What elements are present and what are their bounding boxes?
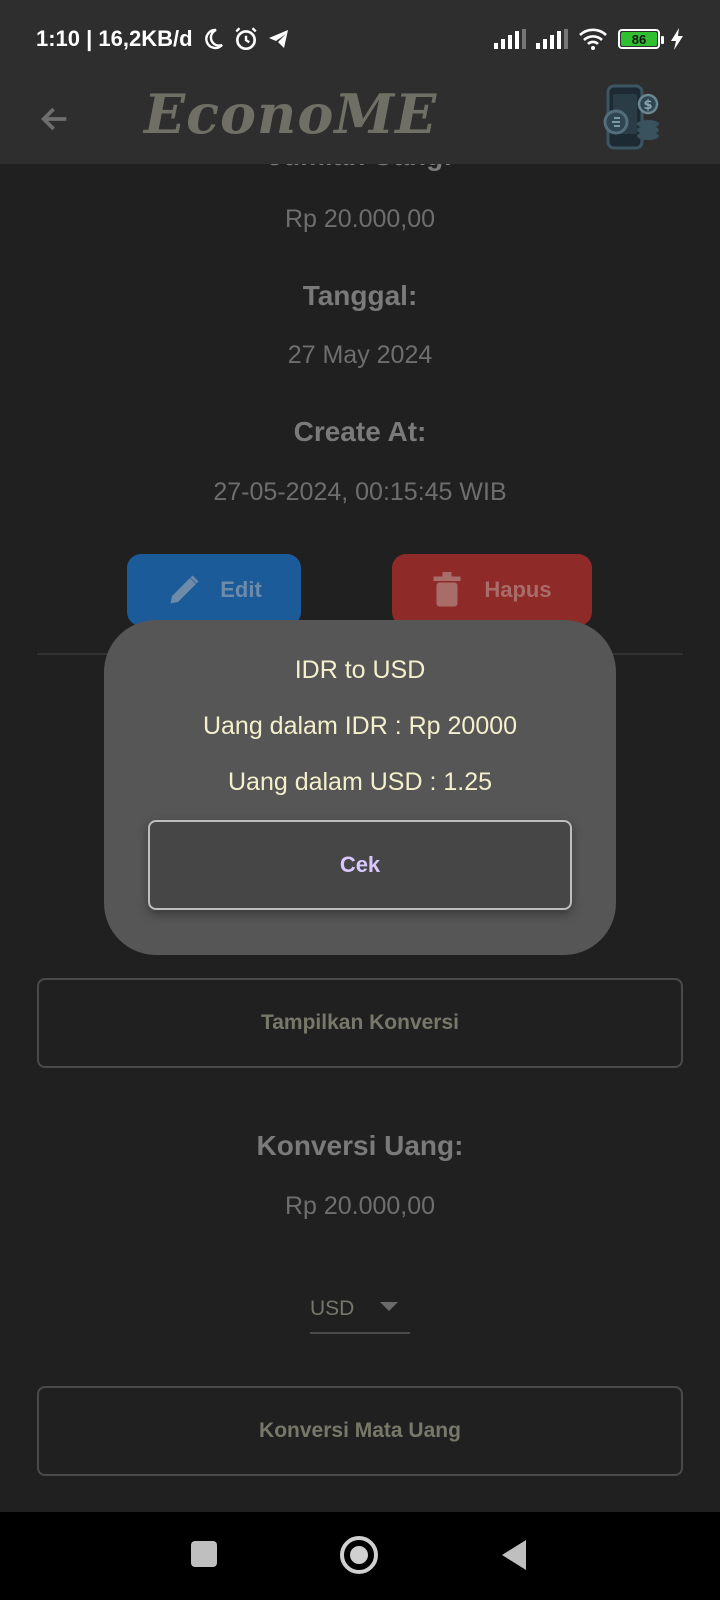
recent-apps-button[interactable] [191, 1541, 217, 1567]
dialog-title: IDR to USD [294, 656, 426, 684]
nav-back-button[interactable] [502, 1540, 526, 1570]
trash-icon [433, 572, 461, 607]
home-icon [350, 1546, 368, 1564]
created-value: 27-05-2024, 00:15:45 WIB [213, 478, 507, 506]
convert-currency-button[interactable]: Konversi Mata Uang [37, 1386, 683, 1476]
convert-currency-label: Konversi Mata Uang [259, 1419, 461, 1442]
edit-label: Edit [220, 577, 262, 602]
app-bar: EconoME $ [0, 78, 720, 164]
conversion-label: Konversi Uang: [256, 1130, 464, 1161]
edit-button[interactable]: Edit [127, 554, 301, 626]
date-value: 27 May 2024 [287, 341, 433, 369]
delete-button[interactable]: Hapus [392, 554, 592, 626]
arrow-left-icon [41, 107, 67, 131]
amount-value: Rp 20.000,00 [284, 205, 436, 233]
pencil-icon [170, 575, 199, 604]
dialog-idr-text: Uang dalam IDR : Rp 20000 [202, 712, 518, 740]
currency-dropdown[interactable]: USD [310, 1286, 410, 1334]
show-conversion-button[interactable]: Tampilkan Konversi [37, 978, 683, 1068]
dialog-usd-text: Uang dalam USD : 1.25 [227, 768, 493, 796]
app-title: EconoME [144, 82, 438, 146]
back-button[interactable] [30, 94, 80, 144]
check-label: Cek [339, 852, 381, 877]
currency-selected: USD [310, 1297, 355, 1320]
app-logo: $ [596, 82, 666, 152]
check-button[interactable]: Cek [148, 820, 572, 910]
show-conversion-label: Tampilkan Konversi [260, 1011, 459, 1034]
home-button[interactable] [340, 1536, 378, 1574]
created-label: Create At: [293, 416, 427, 447]
svg-text:$: $ [643, 98, 652, 113]
conversion-value: Rp 20.000,00 [284, 1192, 436, 1220]
delete-label: Hapus [484, 577, 552, 602]
chevron-down-icon [380, 1302, 398, 1311]
date-label: Tanggal: [302, 280, 418, 311]
conversion-dialog: IDR to USD Uang dalam IDR : Rp 20000 Uan… [104, 620, 616, 955]
phone-coins-logo: $ [603, 84, 659, 150]
